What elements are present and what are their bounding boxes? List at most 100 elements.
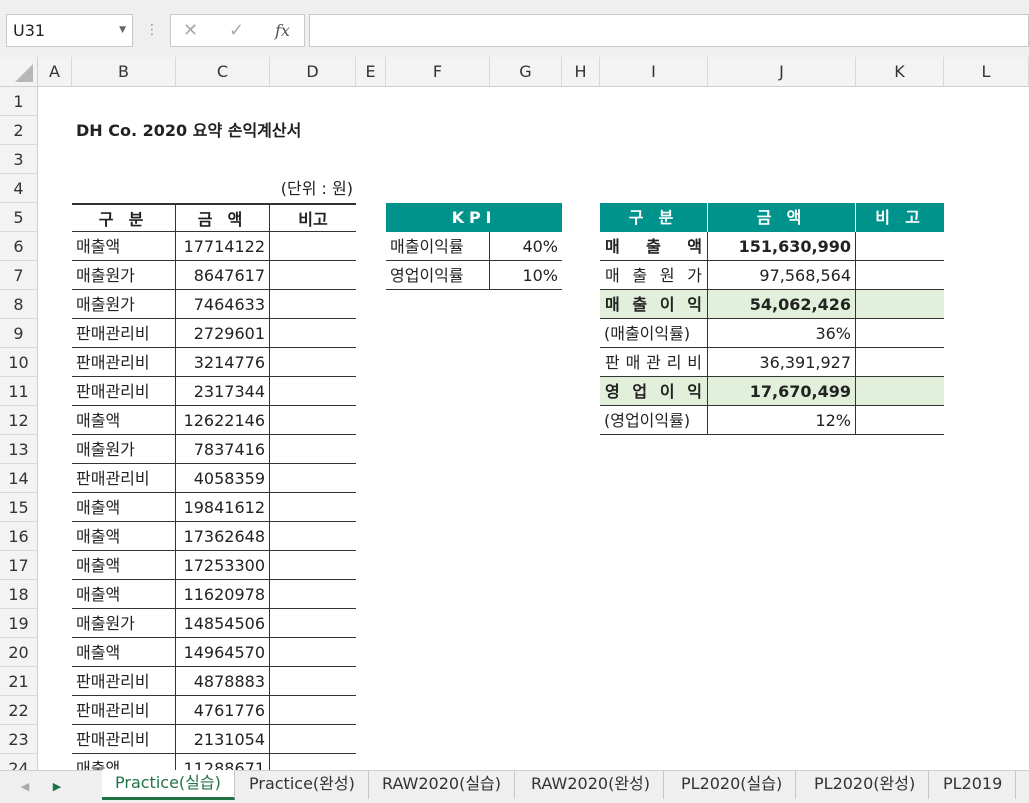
column-header-a[interactable]: A (38, 57, 72, 86)
detail-row-note[interactable] (270, 348, 356, 377)
detail-row-category[interactable]: 매출액 (72, 551, 176, 580)
summary-row-note[interactable] (856, 290, 944, 319)
detail-row-note[interactable] (270, 377, 356, 406)
row-header-16[interactable]: 16 (0, 522, 37, 551)
detail-header-note[interactable]: 비고 (270, 203, 356, 232)
row-header-23[interactable]: 23 (0, 725, 37, 754)
scroll-tabs-left-icon[interactable]: ◀ (14, 774, 36, 800)
row-header-15[interactable]: 15 (0, 493, 37, 522)
detail-row-note[interactable] (270, 261, 356, 290)
detail-row-category[interactable]: 매출액 (72, 638, 176, 667)
summary-row-amount[interactable]: 97,568,564 (708, 261, 856, 290)
detail-row-amount[interactable]: 12622146 (176, 406, 270, 435)
summary-header-amount[interactable]: 금 액 (708, 203, 856, 232)
summary-row-amount[interactable]: 36% (708, 319, 856, 348)
kpi-value[interactable]: 40% (490, 232, 562, 261)
row-header-10[interactable]: 10 (0, 348, 37, 377)
detail-row-category[interactable]: 판매관리비 (72, 377, 176, 406)
row-header-2[interactable]: 2 (0, 116, 37, 145)
summary-row-label[interactable]: 매출액 (600, 232, 708, 261)
row-header-17[interactable]: 17 (0, 551, 37, 580)
detail-row-note[interactable] (270, 696, 356, 725)
summary-row-amount[interactable]: 17,670,499 (708, 377, 856, 406)
row-header-9[interactable]: 9 (0, 319, 37, 348)
detail-row-note[interactable] (270, 667, 356, 696)
sheet-tab[interactable]: RAW2020(완성) (518, 771, 665, 799)
sheet-tab[interactable]: F (1016, 771, 1029, 799)
detail-row-note[interactable] (270, 725, 356, 754)
detail-row-amount[interactable]: 17362648 (176, 522, 270, 551)
detail-row-amount[interactable]: 14964570 (176, 638, 270, 667)
detail-row-note[interactable] (270, 406, 356, 435)
detail-row-category[interactable]: 매출액 (72, 493, 176, 522)
detail-row-note[interactable] (270, 551, 356, 580)
detail-row-category[interactable]: 매출액 (72, 580, 176, 609)
summary-row-label[interactable]: (매출이익률) (600, 319, 708, 348)
sheet-tab[interactable]: PL2019 (930, 771, 1017, 799)
column-header-h[interactable]: H (562, 57, 600, 86)
detail-row-amount[interactable]: 19841612 (176, 493, 270, 522)
detail-row-category[interactable]: 매출원가 (72, 261, 176, 290)
summary-row-note[interactable] (856, 232, 944, 261)
summary-row-note[interactable] (856, 348, 944, 377)
kpi-label[interactable]: 영업이익률 (386, 261, 490, 290)
row-header-18[interactable]: 18 (0, 580, 37, 609)
kpi-label[interactable]: 매출이익률 (386, 232, 490, 261)
sheet-tab[interactable]: RAW2020(실습) (369, 771, 516, 799)
worksheet-grid[interactable]: DH Co. 2020 요약 손익계산서 (단위 : 원) 구 분금 액 비고 매출… (38, 87, 1029, 770)
detail-row-note[interactable] (270, 522, 356, 551)
detail-row-amount[interactable]: 2131054 (176, 725, 270, 754)
sheet-tab[interactable]: Practice(실습) (102, 770, 235, 800)
detail-row-category[interactable]: 판매관리비 (72, 667, 176, 696)
row-header-4[interactable]: 4 (0, 174, 37, 203)
detail-row-note[interactable] (270, 464, 356, 493)
enter-icon[interactable]: ✓ (229, 15, 244, 46)
detail-row-category[interactable]: 매출원가 (72, 435, 176, 464)
summary-row-amount[interactable]: 36,391,927 (708, 348, 856, 377)
detail-row-note[interactable] (270, 493, 356, 522)
detail-row-amount[interactable]: 8647617 (176, 261, 270, 290)
summary-row-label[interactable]: 매출원가 (600, 261, 708, 290)
summary-row-amount[interactable]: 54,062,426 (708, 290, 856, 319)
summary-row-amount[interactable]: 151,630,990 (708, 232, 856, 261)
summary-header-note[interactable]: 비 고 (856, 203, 944, 232)
select-all-button[interactable] (0, 57, 38, 86)
detail-row-amount[interactable]: 7464633 (176, 290, 270, 319)
column-header-j[interactable]: J (708, 57, 856, 86)
sheet-tab[interactable]: PL2020(완성) (801, 771, 930, 799)
detail-row-amount[interactable]: 2729601 (176, 319, 270, 348)
row-header-6[interactable]: 6 (0, 232, 37, 261)
detail-row-category[interactable]: 판매관리비 (72, 696, 176, 725)
detail-header-amount[interactable]: 금 액 (176, 203, 270, 232)
row-header-3[interactable]: 3 (0, 145, 37, 174)
detail-row-amount[interactable]: 4878883 (176, 667, 270, 696)
column-header-l[interactable]: L (944, 57, 1029, 86)
column-header-d[interactable]: D (270, 57, 356, 86)
detail-row-amount[interactable]: 4761776 (176, 696, 270, 725)
row-header-21[interactable]: 21 (0, 667, 37, 696)
summary-header-category[interactable]: 구 분 (600, 203, 708, 232)
detail-row-amount[interactable]: 11288671 (176, 754, 270, 770)
detail-row-amount[interactable]: 14854506 (176, 609, 270, 638)
kpi-header[interactable]: KPI (386, 203, 562, 232)
summary-row-note[interactable] (856, 377, 944, 406)
detail-row-category[interactable]: 판매관리비 (72, 464, 176, 493)
formula-input[interactable] (309, 14, 1029, 47)
row-header-12[interactable]: 12 (0, 406, 37, 435)
cancel-icon[interactable]: ✕ (183, 15, 198, 46)
detail-row-amount[interactable]: 7837416 (176, 435, 270, 464)
row-header-22[interactable]: 22 (0, 696, 37, 725)
kpi-value[interactable]: 10% (490, 261, 562, 290)
insert-function-icon[interactable]: fx (275, 15, 290, 46)
detail-row-note[interactable] (270, 580, 356, 609)
detail-row-note[interactable] (270, 290, 356, 319)
column-header-i[interactable]: I (600, 57, 708, 86)
detail-header-category[interactable]: 구 분 (72, 203, 176, 232)
name-box[interactable]: U31 ▼ (6, 14, 133, 47)
sheet-tab[interactable]: PL2020(실습) (668, 771, 797, 799)
detail-row-amount[interactable]: 3214776 (176, 348, 270, 377)
detail-row-amount[interactable]: 11620978 (176, 580, 270, 609)
detail-row-category[interactable]: 매출원가 (72, 609, 176, 638)
scroll-tabs-right-icon[interactable]: ▶ (46, 774, 68, 800)
detail-row-category[interactable]: 판매관리비 (72, 348, 176, 377)
